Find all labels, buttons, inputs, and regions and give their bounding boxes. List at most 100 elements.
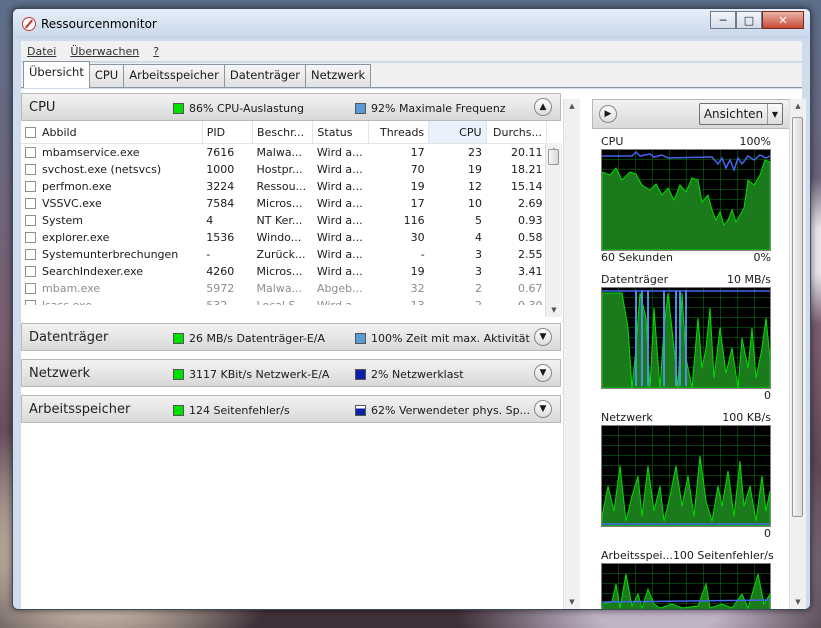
tab-arbeitsspeicher[interactable]: Arbeitsspeicher [123, 64, 225, 87]
expand-chevron-icon[interactable]: ▼ [534, 328, 552, 346]
memory-legend-square [355, 405, 366, 416]
column-header-abbild[interactable]: Abbild [21, 121, 203, 144]
menu-ueberwachen[interactable]: Überwachen [70, 45, 139, 58]
table-cell: 17 [410, 197, 425, 210]
table-row[interactable]: System 4 NT Ker... Wird a... 116 5 0.93 [21, 212, 547, 229]
tab-uebersicht[interactable]: Übersicht [23, 61, 90, 88]
table-cell: 2 [475, 299, 483, 312]
table-cell: 19 [410, 180, 425, 193]
resource-monitor-window: Ressourcenmonitor ─ □ ✕ Datei Überwachen… [12, 8, 811, 610]
disk-graph-max: 10 MB/s [727, 273, 771, 286]
table-cell: 0.58 [518, 231, 543, 244]
disk-section-header[interactable]: Datenträger 26 MB/s Datenträger-E/A 100%… [21, 323, 561, 351]
minimize-button[interactable]: ─ [710, 11, 736, 29]
expand-chevron-icon[interactable]: ▼ [534, 364, 552, 382]
table-row[interactable]: mbamservice.exe 7616 Malwa... Wird a... 17 23… [21, 144, 547, 162]
row-checkbox[interactable] [25, 181, 36, 192]
column-header-beschreibung[interactable]: Beschr... [252, 121, 314, 144]
table-cell: mbam.exe [21, 280, 202, 297]
column-header-cpu[interactable]: CPU [428, 121, 487, 144]
network-section-header[interactable]: Netzwerk 3117 KBit/s Netzwerk-E/A 2% Net… [21, 359, 561, 387]
column-header-durchschnitt[interactable]: Durchs... [486, 121, 548, 144]
left-panel: CPU 86% CPU-Auslastung 92% Maximale Freq… [21, 89, 580, 609]
tab-datentraeger[interactable]: Datenträger [223, 64, 307, 87]
row-checkbox[interactable] [25, 164, 36, 175]
table-cell: Malwa... [256, 146, 303, 159]
menu-bar: Datei Überwachen ? [21, 41, 802, 61]
row-checkbox[interactable] [25, 198, 36, 209]
dropdown-arrow-icon[interactable]: ▼ [767, 104, 782, 124]
table-header-row: Abbild PID Beschr... Status Threads CPU … [21, 121, 548, 144]
table-cell: 19 [410, 265, 425, 278]
network-graph-canvas [601, 425, 771, 527]
collapse-chevron-icon[interactable]: ▲ [534, 98, 552, 116]
table-cell: 1536 [206, 231, 235, 244]
row-checkbox[interactable] [25, 249, 36, 260]
menu-datei[interactable]: Datei [27, 45, 56, 58]
table-cell: 20.11 [511, 146, 543, 159]
graph-panel: ▶ Ansichten ▼ CPU 100% 60 Sekunden 0% Da… [584, 89, 806, 609]
graph-panel-scrollbar[interactable]: ▲ ▼ [789, 99, 806, 609]
table-row[interactable]: explorer.exe 1536 Windo... Wird a... 30 4 0.58 [21, 229, 547, 246]
collapse-graphs-chevron-icon[interactable]: ▶ [599, 105, 617, 123]
close-button[interactable]: ✕ [762, 11, 804, 29]
row-checkbox[interactable] [25, 215, 36, 226]
scrollbar-thumb[interactable] [548, 149, 559, 165]
table-cell: Systemunterbrechungen [21, 246, 202, 263]
window-title: Ressourcenmonitor [41, 17, 157, 31]
table-cell: 0.30 [518, 299, 543, 312]
scroll-up-arrow-icon[interactable]: ▲ [564, 99, 580, 113]
table-row[interactable]: lsass.exe 532 Local S... Wird a... 13 2 0.30 [21, 297, 547, 312]
row-checkbox[interactable] [25, 147, 36, 158]
tab-netzwerk[interactable]: Netzwerk [305, 64, 372, 87]
graph-scrollbar-thumb[interactable] [792, 117, 803, 517]
table-cell: Malwa... [256, 282, 303, 295]
table-cell: Wird a... [316, 299, 363, 312]
column-header-status[interactable]: Status [312, 121, 369, 144]
cpu-graph-title: CPU [601, 135, 624, 148]
row-checkbox[interactable] [25, 266, 36, 277]
table-cell: perfmon.exe [21, 178, 202, 195]
table-row[interactable]: Systemunterbrechungen - Zurück... Wird a...… [21, 246, 547, 263]
memory-graph-title: Arbeitsspei... [601, 549, 673, 562]
network-io-text: 3117 KBit/s Netzwerk-E/A [189, 368, 330, 381]
table-cell: Ressou... [256, 180, 307, 193]
table-cell: lsass.exe [21, 297, 202, 305]
blue-legend-square [355, 103, 366, 114]
select-all-checkbox[interactable] [25, 126, 36, 138]
menu-help[interactable]: ? [153, 45, 159, 58]
maximize-button[interactable]: □ [736, 11, 762, 29]
table-row[interactable]: perfmon.exe 3224 Ressou... Wird a... 19 12 15.… [21, 178, 547, 195]
scroll-up-arrow-icon[interactable]: ▲ [790, 99, 806, 113]
disk-graph-min: 0 [764, 389, 771, 402]
table-cell: 0.67 [518, 282, 543, 295]
scroll-down-arrow-icon[interactable]: ▼ [790, 595, 806, 609]
cpu-section-header[interactable]: CPU 86% CPU-Auslastung 92% Maximale Freq… [21, 93, 561, 121]
scroll-down-arrow-icon[interactable]: ▼ [546, 303, 562, 317]
row-checkbox[interactable] [25, 232, 36, 243]
left-panel-scrollbar[interactable]: ▲ ▼ [563, 99, 580, 609]
table-cell: System [21, 212, 202, 229]
expand-chevron-icon[interactable]: ▼ [534, 400, 552, 418]
cpu-graph-max: 100% [739, 135, 771, 148]
table-cell: 3.41 [518, 265, 543, 278]
table-cell: 15.14 [511, 180, 543, 193]
table-row[interactable]: VSSVC.exe 7584 Micros... Wird a... 17 10 2.69 [21, 195, 547, 212]
disk-io-metric: 26 MB/s Datenträger-E/A [173, 332, 325, 345]
title-bar[interactable]: Ressourcenmonitor ─ □ ✕ [13, 9, 810, 39]
memory-section-header[interactable]: Arbeitsspeicher 124 Seitenfehler/s 62% V… [21, 395, 561, 423]
column-header-pid[interactable]: PID [202, 121, 254, 144]
table-row[interactable]: SearchIndexer.exe 4260 Micros... Wird a... 1… [21, 263, 547, 280]
table-cell: NT Ker... [256, 214, 303, 227]
table-row[interactable]: svchost.exe (netsvcs) 1000 Hostpr... Wird a… [21, 161, 547, 178]
tab-cpu[interactable]: CPU [88, 64, 125, 87]
column-header-threads[interactable]: Threads [368, 121, 430, 144]
table-cell: - [206, 248, 211, 261]
table-cell: 32 [410, 282, 425, 295]
views-dropdown-button[interactable]: Ansichten ▼ [699, 103, 783, 125]
process-table-scrollbar[interactable]: ▲ ▼ [545, 143, 562, 317]
row-checkbox[interactable] [25, 283, 36, 294]
row-checkbox[interactable] [25, 300, 36, 305]
table-row[interactable]: mbam.exe 5972 Malwa... Abgeb... 32 2 0.67 [21, 280, 547, 297]
scroll-down-arrow-icon[interactable]: ▼ [564, 595, 580, 609]
